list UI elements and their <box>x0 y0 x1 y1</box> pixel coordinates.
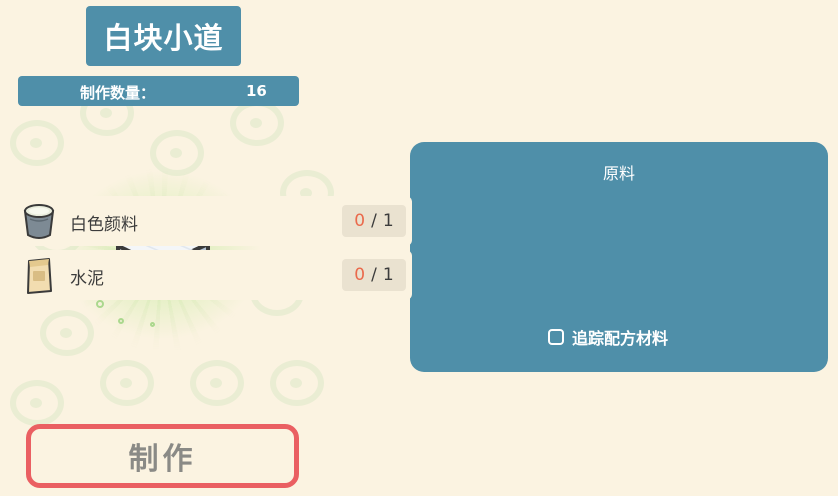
material-count: 0 / 1 <box>342 259 406 291</box>
track-recipe-label: 追踪配方材料 <box>572 329 669 348</box>
item-name: 白块小道 <box>103 21 224 55</box>
craft-button-label: 制作 <box>128 442 197 477</box>
count-separator: / <box>371 265 377 285</box>
cement-bag-icon <box>27 258 52 294</box>
materials-panel-title: 原料 <box>602 164 635 183</box>
material-need: 1 <box>382 265 394 285</box>
material-name: 白色颜料 <box>70 215 138 235</box>
count-separator: / <box>371 211 377 231</box>
material-have: 0 <box>354 265 366 285</box>
material-have: 0 <box>354 211 366 231</box>
sparkle-dot <box>118 318 124 324</box>
craft-quantity-bar: 制作数量： 16 <box>18 76 299 106</box>
craft-quantity-value: 16 <box>246 82 267 100</box>
craft-quantity-label: 制作数量： <box>80 84 156 102</box>
material-name: 水泥 <box>70 269 104 289</box>
material-row[interactable]: 水泥 0 / 1 <box>14 250 412 300</box>
material-need: 1 <box>382 211 394 231</box>
white-paint-bucket-icon <box>23 204 55 239</box>
track-recipe-toggle[interactable]: 追踪配方材料 <box>548 326 668 348</box>
item-title: 白块小道 <box>86 6 241 66</box>
sparkle-dot <box>150 322 155 327</box>
track-recipe-checkbox[interactable] <box>548 329 564 345</box>
craft-button[interactable]: 制作 <box>26 424 299 488</box>
material-count: 0 / 1 <box>342 205 406 237</box>
material-row[interactable]: 白色颜料 0 / 1 <box>14 196 412 246</box>
sparkle-dot <box>96 300 104 308</box>
